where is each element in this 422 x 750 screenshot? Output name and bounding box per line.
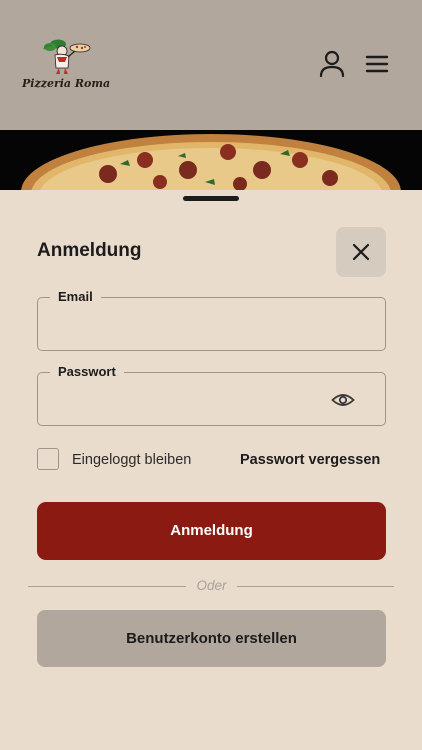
account-button[interactable] <box>318 50 346 78</box>
show-password-toggle[interactable] <box>331 391 355 409</box>
user-icon <box>319 50 345 78</box>
divider-line-left <box>28 586 186 587</box>
sheet-drag-handle[interactable] <box>183 196 239 201</box>
eye-icon <box>331 394 355 406</box>
pizza-image <box>21 134 401 192</box>
email-field: Email <box>37 289 386 351</box>
password-field: Passwort <box>37 364 386 426</box>
remember-me-label: Eingeloggt bleiben <box>72 452 192 468</box>
menu-button[interactable] <box>364 52 390 76</box>
divider-line-right <box>237 586 394 587</box>
logo-text: Pizzeria Roma <box>22 77 111 90</box>
hamburger-menu-icon <box>365 55 389 73</box>
email-input[interactable] <box>38 298 385 350</box>
remember-me-checkbox[interactable] <box>37 448 59 470</box>
pizza-hero-image <box>0 130 422 192</box>
forgot-password-link[interactable]: Passwort vergessen <box>240 452 380 468</box>
close-icon <box>352 243 370 261</box>
app-header: Pizzeria Roma <box>0 0 422 130</box>
login-sheet: Anmeldung Email Passwort Eingeloggt blei… <box>0 190 422 750</box>
create-account-button[interactable]: Benutzerkonto erstellen <box>37 610 386 667</box>
chef-logo-icon <box>43 39 91 74</box>
close-button[interactable] <box>336 227 386 277</box>
login-title: Anmeldung <box>37 240 142 261</box>
pizzeria-logo[interactable]: Pizzeria Roma <box>22 38 111 94</box>
login-button[interactable]: Anmeldung <box>37 502 386 560</box>
divider-or-text: Oder <box>196 578 227 593</box>
